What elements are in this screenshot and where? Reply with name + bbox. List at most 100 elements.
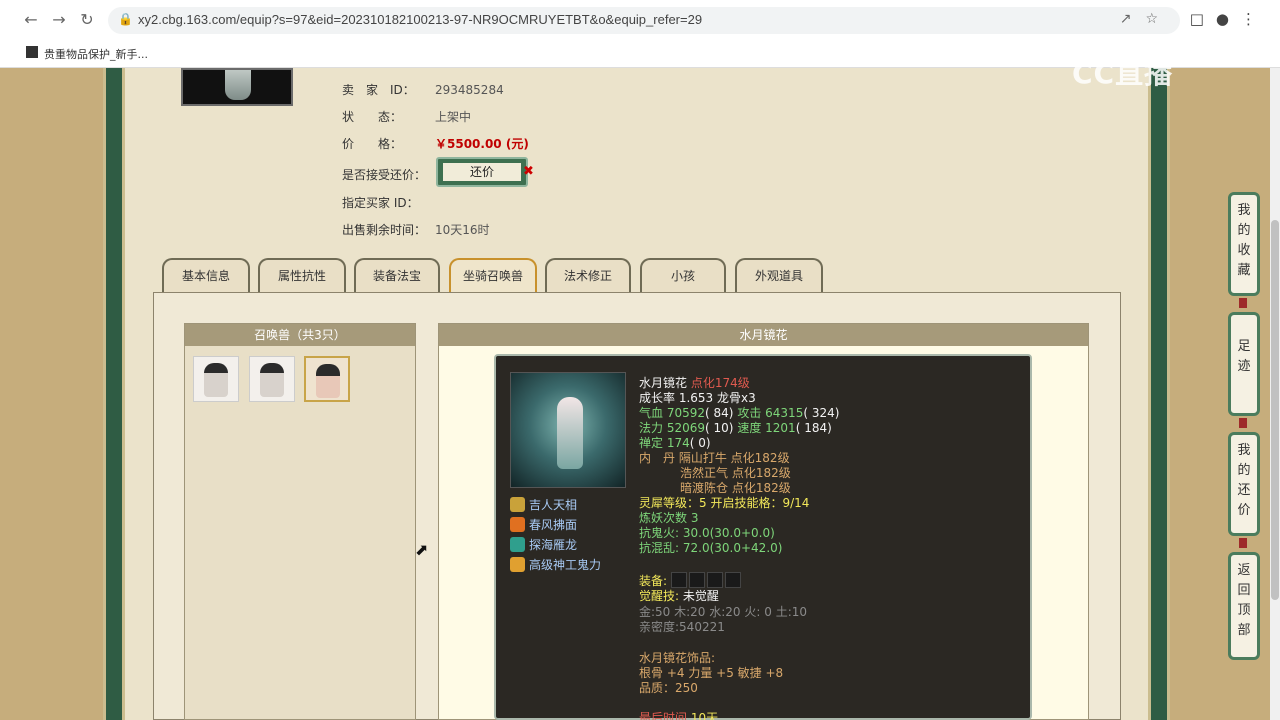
equip-row: 装备: — [639, 572, 743, 588]
side-nav-favorites[interactable]: 我的收藏 — [1228, 192, 1260, 296]
side-nav-connector — [1239, 538, 1247, 548]
res-ghost-label: 抗鬼火: — [639, 526, 680, 540]
pet-thumb-1[interactable] — [193, 356, 239, 402]
tab-attributes[interactable]: 属性抗性 — [258, 258, 346, 292]
side-nav-label: 返回顶部 — [1237, 563, 1251, 638]
tab-spell-correction[interactable]: 法术修正 — [545, 258, 631, 292]
side-nav-my-offers[interactable]: 我的还价 — [1228, 432, 1260, 536]
side-nav-label: 我的收藏 — [1237, 203, 1251, 278]
skill-icon — [510, 537, 525, 552]
address-bar[interactable]: 🔒 xy2.cbg.163.com/equip?s=97&eid=2023101… — [108, 7, 1180, 34]
pet-portrait — [204, 363, 228, 397]
price-value: ￥5500.00 (元) — [435, 137, 529, 151]
counter-label: 是否接受还价： — [342, 168, 427, 182]
awaken-label: 觉醒技: — [639, 589, 680, 603]
forward-icon[interactable]: → — [50, 11, 68, 29]
price-row: 价 格： ￥5500.00 (元) — [342, 135, 529, 151]
awaken-value: 未觉醒 — [682, 589, 719, 603]
inner-core-row: 内 丹 隔山打牛 点化182级 — [639, 451, 790, 466]
seller-id-value: 293485284 — [435, 83, 504, 97]
pet-thumb-3[interactable] — [304, 356, 350, 402]
pet-growth: 成长率 1.653 龙骨x3 — [639, 391, 756, 405]
side-nav-label: 我的还价 — [1237, 443, 1251, 518]
counter-offer-label: 还价 — [443, 163, 521, 181]
remain-label: 出售剩余时间： — [342, 223, 427, 237]
res-chaos-row: 抗混乱: 72.0(30.0+42.0) — [639, 541, 782, 556]
buyer-row: 指定买家 ID： — [342, 194, 435, 210]
buyer-label: 指定买家 ID： — [342, 196, 419, 210]
skill-name: 高级神工鬼力 — [529, 558, 602, 572]
equip-slot[interactable] — [706, 572, 723, 588]
url-text[interactable]: xy2.cbg.163.com/equip?s=97&eid=202310182… — [138, 12, 702, 27]
remain-row: 出售剩余时间： 10天16时 — [342, 221, 490, 237]
res-chaos-label: 抗混乱: — [639, 541, 680, 555]
share-star-icons[interactable]: ↗☆ — [1120, 11, 1172, 27]
pet-image — [510, 372, 626, 488]
status-label: 状 态： — [342, 110, 403, 124]
browser-menu-icons[interactable]: □●⋮ — [1190, 10, 1268, 28]
pet-level: 点化174级 — [690, 376, 750, 390]
pet-card: 吉人天相 春风拂面 探海雁龙 高级神工鬼力 水月镜花 点化174级 成长率 1.… — [494, 354, 1032, 720]
elements: 金:50 木:20 水:20 火: 0 土:10 — [639, 605, 808, 619]
footer-value: 10天 — [690, 711, 719, 720]
thumbnail-figure — [225, 70, 251, 100]
pet-thumb-2[interactable] — [249, 356, 295, 402]
ornament-stats: 根骨 +4 力量 +5 敏捷 +8 — [639, 666, 784, 680]
counter-offer-button[interactable]: 还价 — [436, 157, 528, 187]
pet-name: 水月镜花 — [639, 376, 688, 390]
skill-item-4[interactable]: 高级神工鬼力 — [510, 556, 601, 574]
skill-item-1[interactable]: 吉人天相 — [510, 496, 577, 514]
tab-appearance[interactable]: 外观道具 — [735, 258, 823, 292]
tab-basic-info[interactable]: 基本信息 — [162, 258, 250, 292]
side-nav-connector — [1239, 418, 1247, 428]
hp-atk-row: 气血 70592( 84) 攻击 64315( 324) — [639, 406, 839, 421]
equip-slot[interactable] — [688, 572, 705, 588]
atk-value: 64315 — [765, 406, 804, 420]
counter-row: 是否接受还价： — [342, 166, 435, 182]
skill-name: 吉人天相 — [529, 498, 578, 512]
calm-value: 174 — [666, 436, 690, 450]
back-icon[interactable]: ← — [22, 11, 40, 29]
side-nav-history[interactable]: 足迹 — [1228, 312, 1260, 416]
equip-label: 装备: — [639, 574, 668, 588]
inner-core-3: 暗渡陈仓 点化182级 — [680, 481, 791, 495]
tab-mounts-pets[interactable]: 坐骑召唤兽 — [449, 258, 537, 292]
mp-label: 法力 — [639, 421, 664, 435]
reload-icon[interactable]: ↻ — [78, 11, 96, 29]
footer-row: 最后时间 10天 — [639, 711, 718, 720]
skill-name: 春风拂面 — [529, 518, 578, 532]
res-chaos-value: 72.0 — [682, 541, 710, 555]
res-chaos-detail: (30.0+42.0) — [709, 541, 783, 555]
seller-id-row: 卖 家 ID： 293485284 — [342, 81, 504, 97]
status-row: 状 态： 上架中 — [342, 108, 471, 124]
pet-portrait — [260, 363, 284, 397]
atk-label: 攻击 — [737, 406, 762, 420]
equip-slot[interactable] — [670, 572, 687, 588]
atk-points: ( 324) — [803, 406, 840, 420]
res-ghost-value: 30.0 — [682, 526, 710, 540]
spd-points: ( 184) — [795, 421, 832, 435]
awaken-row: 觉醒技: 未觉醒 — [639, 589, 719, 604]
spd-label: 速度 — [737, 421, 762, 435]
mp-value: 52069 — [666, 421, 706, 435]
lock-icon: 🔒 — [118, 12, 133, 26]
calm-row: 禅定 174( 0) — [639, 436, 711, 451]
tab-children[interactable]: 小孩 — [640, 258, 726, 292]
skill-item-3[interactable]: 探海雁龙 — [510, 536, 577, 554]
right-decor-border — [1148, 68, 1170, 720]
pet-figure — [557, 397, 583, 469]
hp-points: ( 84) — [705, 406, 734, 420]
ornament-title: 水月镜花饰品: — [639, 651, 716, 665]
skill-item-2[interactable]: 春风拂面 — [510, 516, 577, 534]
equip-slot[interactable] — [724, 572, 741, 588]
tab-equipment[interactable]: 装备法宝 — [354, 258, 440, 292]
mp-spd-row: 法力 52069( 10) 速度 1201( 184) — [639, 421, 832, 436]
calm-label: 禅定 — [639, 436, 664, 450]
calm-points: ( 0) — [689, 436, 711, 450]
hp-value: 70592 — [666, 406, 706, 420]
bookmark-item[interactable]: 贵重物品保护_新手... — [44, 46, 148, 62]
side-nav-back-to-top[interactable]: 返回顶部 — [1228, 552, 1260, 660]
price-label: 价 格： — [342, 137, 403, 151]
mouse-cursor-icon: ⬈ — [415, 540, 429, 559]
scrollbar-thumb[interactable] — [1271, 220, 1279, 600]
